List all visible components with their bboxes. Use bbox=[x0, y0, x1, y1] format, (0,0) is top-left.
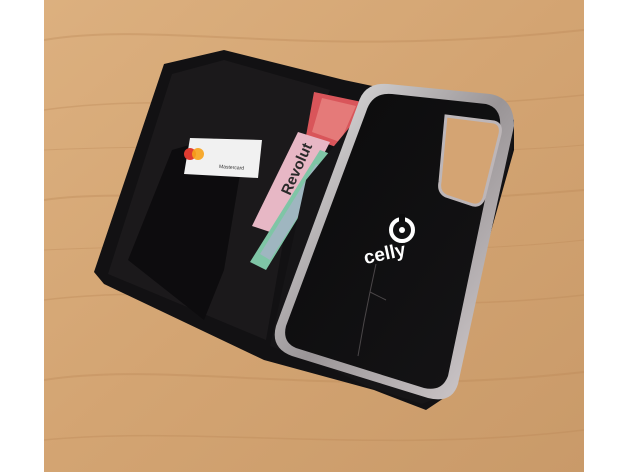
scene-svg: Mastercard Revolut celly bbox=[44, 0, 584, 472]
mastercard-card: Mastercard bbox=[184, 138, 262, 178]
image-frame: Mastercard Revolut celly bbox=[0, 0, 628, 472]
photo: Mastercard Revolut celly bbox=[44, 0, 584, 472]
